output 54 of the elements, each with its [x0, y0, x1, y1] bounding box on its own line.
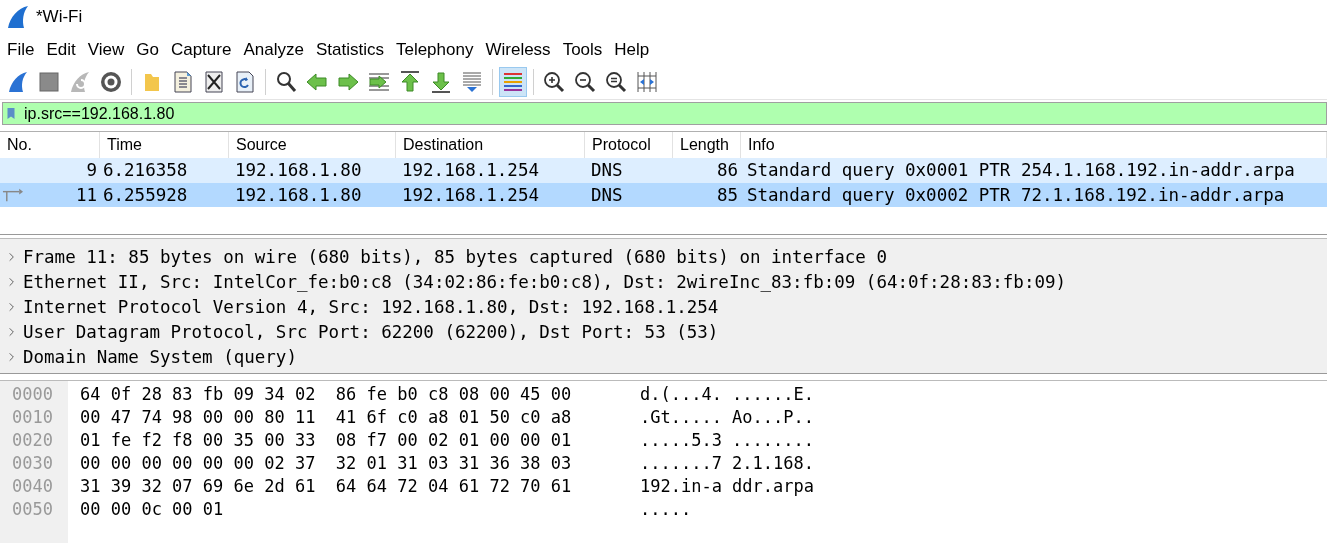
menu-item[interactable]: Edit — [40, 36, 82, 63]
table-cell-text: 86 — [715, 160, 739, 181]
hex-bytes: 00 47 74 98 00 00 80 11 41 6f c0 a8 01 50 c0 a8 — [80, 407, 572, 427]
table-cell-text: 6.255928 — [102, 184, 189, 205]
tree-item[interactable]: Ethernet II, Src: IntelCor_fe:b0:c8 (34:02:86:fe:b0:c8), Dst: 2wireInc_83:fb:09 (64:0f:28:83:fb:09) — [0, 269, 1067, 294]
hex-bytes: 01 fe f2 f8 00 35 00 33 08 f7 00 02 01 00 00 01 — [80, 430, 572, 450]
table-cell-text: DNS — [590, 160, 624, 181]
tree-item[interactable]: User Datagram Protocol, Src Port: 62200 (62200), Dst Port: 53 (53) — [0, 319, 719, 344]
menu-item[interactable]: Analyze — [237, 36, 310, 63]
ascii-text: 192.in-a ddr.arpa — [640, 476, 814, 496]
table-cell-text: 85 — [715, 184, 739, 205]
bookmark-icon[interactable] — [5, 105, 17, 122]
table-cell-text: 192.168.1.80 — [234, 184, 363, 205]
table-cell-text: Standard query 0x0002 PTR 72.1.168.192.in-addr.arpa — [746, 184, 1286, 205]
hex-bytes: 00 00 0c 00 01 — [80, 499, 224, 519]
menu-item[interactable]: Statistics — [309, 36, 390, 63]
hex-bytes: 31 39 32 07 69 6e 2d 61 64 64 72 04 61 72 70 61 — [80, 476, 572, 496]
menu-item[interactable]: Go — [130, 36, 165, 63]
menu-item[interactable]: View — [81, 36, 131, 63]
tree-item[interactable]: Internet Protocol Version 4, Src: 192.168.1.80, Dst: 192.168.1.254 — [0, 294, 719, 319]
table-cell-text: 6.216358 — [102, 160, 189, 181]
menu-item[interactable]: Capture — [164, 36, 238, 63]
menu-item[interactable]: Wireless — [479, 36, 557, 63]
hex-offset: 0020 — [11, 429, 54, 452]
tree-item[interactable]: Domain Name System (query) — [0, 344, 297, 369]
menu-item[interactable]: Telephony — [389, 36, 480, 63]
table-cell-text: 192.168.1.254 — [401, 184, 540, 205]
ascii-text: .......7 2.1.168. — [640, 453, 814, 473]
app-logo-icon — [6, 4, 30, 30]
ascii-text: ..... — [640, 499, 692, 519]
hex-offset: 0030 — [11, 452, 54, 475]
hex-offset: 0010 — [11, 406, 54, 429]
ascii-text: .....5.3 ........ — [640, 430, 814, 450]
hex-bytes: 64 0f 28 83 fb 09 34 02 86 fe b0 c8 08 00 45 00 — [80, 384, 572, 404]
hex-bytes: 00 00 00 00 00 00 02 37 32 01 31 03 31 36 38 03 — [80, 453, 572, 473]
menu-item[interactable]: Help — [608, 36, 656, 63]
hex-offset: 0050 — [11, 498, 54, 521]
window-title: *Wi-Fi — [36, 7, 83, 27]
table-cell-text: DNS — [590, 184, 624, 205]
table-cell-text: Standard query 0x0001 PTR 254.1.168.192.in-addr.arpa — [746, 160, 1296, 181]
menu-item[interactable]: File — [1, 36, 41, 63]
hex-offset: 0040 — [11, 475, 54, 498]
ascii-text: .Gt..... Ao...P.. — [640, 407, 814, 427]
table-cell-text: 11 — [75, 184, 98, 205]
table-cell-text: 192.168.1.254 — [401, 160, 540, 181]
table-cell-text: 192.168.1.80 — [234, 160, 363, 181]
menu-item[interactable]: Tools — [556, 36, 609, 63]
tree-item[interactable]: Frame 11: 85 bytes on wire (680 bits), 85 bytes captured (680 bits) on interface 0 — [0, 244, 887, 269]
ascii-text: d.(...4. ......E. — [640, 384, 814, 404]
table-cell-text: 9 — [86, 160, 98, 181]
hex-offset: 0000 — [11, 383, 54, 406]
display-filter-field[interactable]: ip.src==192.168.1.80 — [2, 102, 1327, 125]
packet-row[interactable]: 9 6.216358 192.168.1.80 192.168.1.254 DNS 86 Standard query 0x0001 PTR 254.1.168.192.in-addr.arpa — [0, 158, 1327, 183]
packet-row[interactable]: 11 6.255928 192.168.1.80 192.168.1.254 DNS 85 Standard query 0x0002 PTR 72.1.168.192.in-addr.arpa — [0, 182, 1327, 207]
